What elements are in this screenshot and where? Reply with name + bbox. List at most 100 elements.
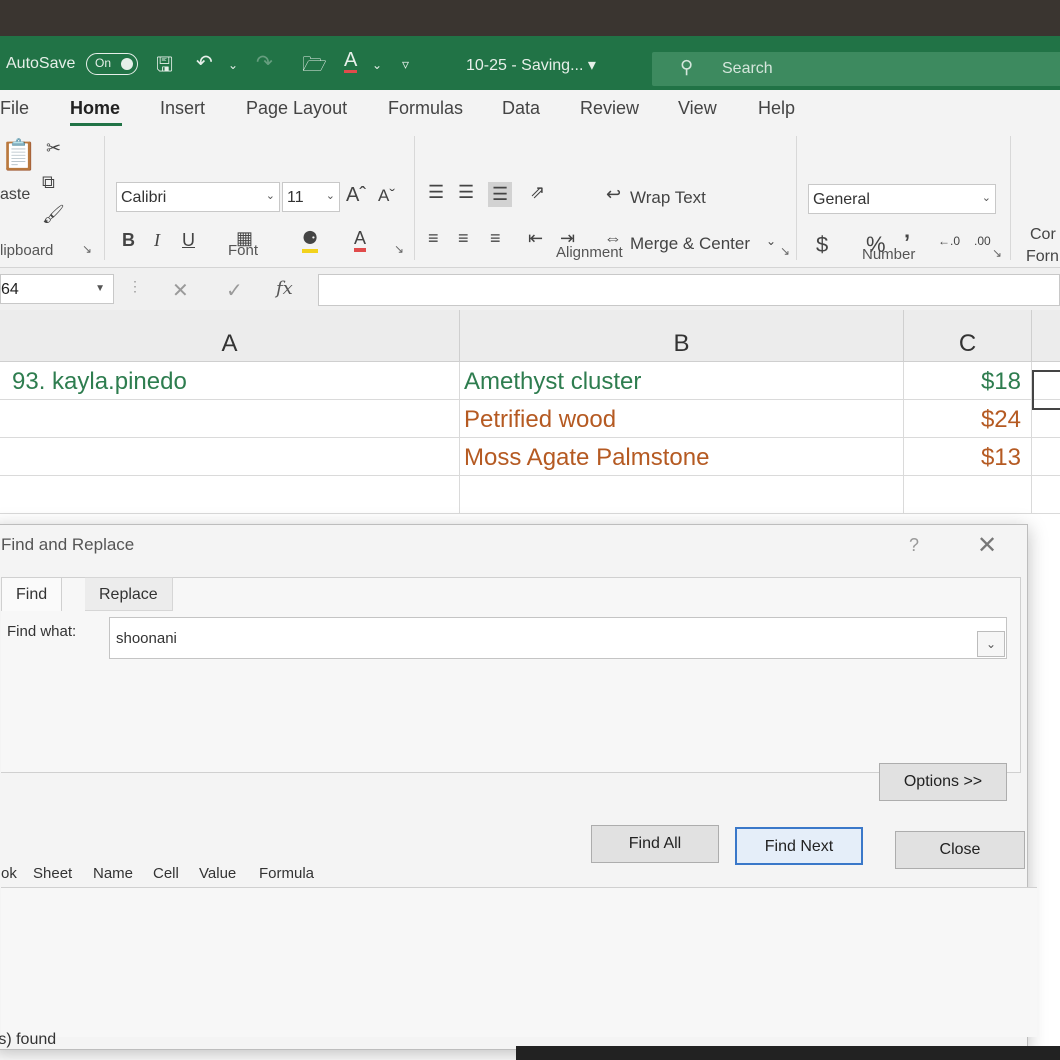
undo-icon[interactable]: ↶ [196,50,213,75]
align-top-icon[interactable]: ☰ [428,182,444,203]
wrap-text-icon[interactable]: ↩ [606,184,621,205]
merge-dropdown-icon[interactable]: ⌄ [766,234,776,248]
options-button[interactable]: Options >> [879,763,1007,801]
cell-a[interactable] [0,476,460,514]
cell-a[interactable] [0,400,460,438]
tab-review[interactable]: Review [580,98,639,119]
insert-function-icon[interactable]: fx [276,278,293,299]
cancel-entry-icon[interactable]: ✕ [172,278,189,303]
cell-a[interactable]: 93. kayla.pinedo [0,362,460,400]
tab-home[interactable]: Home [70,98,120,119]
tab-file[interactable]: File [0,98,29,119]
paste-icon[interactable]: 📋 [0,138,37,173]
results-col-sheet[interactable]: Sheet [33,865,72,882]
dialog-title: Find and Replace [1,535,135,554]
merge-center-button[interactable]: Merge & Center [630,234,750,254]
conditional-formatting-line1[interactable]: Cor [1030,226,1056,244]
italic-button[interactable]: I [154,230,160,251]
font-color-dropdown-icon[interactable]: ⌄ [372,58,382,72]
align-middle-icon[interactable]: ☰ [458,182,474,203]
redo-icon[interactable]: ↷ [256,50,273,75]
tab-formulas[interactable]: Formulas [388,98,463,119]
wrap-text-button[interactable]: Wrap Text [630,188,706,208]
customize-qat-icon[interactable]: ▿ [402,56,409,73]
bold-button[interactable]: B [122,230,135,251]
conditional-formatting-line2[interactable]: Forn [1026,248,1059,266]
clipboard-launcher-icon[interactable]: ↘ [82,242,92,256]
cut-icon[interactable]: ✂ [46,138,61,159]
results-col-formula[interactable]: Formula [259,865,314,882]
tab-find[interactable]: Find [1,577,63,611]
search-box[interactable]: ⚲ Search [652,52,1060,86]
tab-insert[interactable]: Insert [160,98,205,119]
results-col-cell[interactable]: Cell [153,865,179,882]
cell-b[interactable]: Amethyst cluster [460,362,904,400]
column-header-c[interactable]: C [904,310,1032,362]
tab-replace[interactable]: Replace [85,577,173,611]
font-launcher-icon[interactable]: ↘ [394,242,404,256]
align-center-icon[interactable]: ≡ [458,228,469,249]
tab-help[interactable]: Help [758,98,795,119]
results-col-value[interactable]: Value [199,865,236,882]
name-box[interactable]: 64 ▼ [0,274,114,304]
cell-c[interactable] [904,476,1032,514]
increase-font-icon[interactable]: Aˆ [346,184,366,207]
help-icon[interactable]: ? [909,535,919,556]
orientation-icon[interactable]: ⇗ [530,182,545,203]
column-header-b[interactable]: B [460,310,904,362]
paste-label[interactable]: aste [0,186,30,204]
tab-data[interactable]: Data [502,98,540,119]
underline-button[interactable]: U [182,230,195,251]
cell-c[interactable]: $13 [904,438,1032,476]
results-col-name[interactable]: Name [93,865,133,882]
align-right-icon[interactable]: ≡ [490,228,501,249]
formula-input[interactable] [318,274,1060,306]
cell-b[interactable]: Petrified wood [460,400,904,438]
currency-button[interactable]: $ [816,232,828,258]
column-header-a[interactable]: A [0,310,460,362]
undo-dropdown-icon[interactable]: ⌄ [228,58,238,72]
number-launcher-icon[interactable]: ↘ [992,246,1002,260]
found-status: (s) found [0,1031,57,1048]
decrease-decimal-icon[interactable]: .00 [974,234,991,248]
confirm-entry-icon[interactable]: ✓ [226,278,243,303]
fill-color-icon[interactable]: ⚈ [302,228,319,253]
number-group-label: Number [862,246,916,263]
close-button[interactable]: Close [895,831,1025,869]
find-what-dropdown-icon[interactable]: ⌄ [977,631,1005,657]
results-col-book[interactable]: ok [1,865,17,882]
format-painter-icon[interactable]: 🖌 [42,204,65,225]
alignment-group-label: Alignment [556,244,623,261]
decrease-indent-icon[interactable]: ⇤ [528,228,543,249]
copy-icon[interactable]: ⧉ [42,172,55,193]
tab-page-layout[interactable]: Page Layout [246,98,347,119]
alignment-launcher-icon[interactable]: ↘ [780,244,790,258]
save-icon[interactable]: 🖫 [156,50,173,84]
font-size-combo[interactable]: 11 ⌄ [282,182,340,212]
cell-c[interactable]: $24 [904,400,1032,438]
selected-cell-outline [1032,370,1060,410]
tab-view[interactable]: View [678,98,717,119]
align-bottom-icon[interactable]: ☰ [488,182,513,207]
find-all-button[interactable]: Find All [591,825,719,863]
cell-c[interactable]: $18 [904,362,1032,400]
align-left-icon[interactable]: ≡ [428,228,439,249]
cell-a[interactable] [0,438,460,476]
open-folder-icon[interactable]: 🗁 [302,50,327,84]
decrease-font-icon[interactable]: Aˇ [378,186,395,206]
close-icon[interactable]: ✕ [977,531,997,560]
find-next-button[interactable]: Find Next [735,827,863,865]
font-name-combo[interactable]: Calibri ⌄ [116,182,280,212]
increase-decimal-icon[interactable]: ←.0 [938,234,960,248]
font-color-icon[interactable]: A [344,50,358,73]
results-list[interactable] [1,887,1037,1037]
autosave-state: On [95,56,112,70]
font-color-icon[interactable]: A [354,228,367,252]
autosave-toggle[interactable]: On [86,53,138,75]
find-what-input[interactable] [109,617,1007,659]
file-title[interactable]: 10-25 - Saving... ▾ [466,55,596,75]
title-bar: AutoSave On 🖫 ↶ ⌄ ↷ 🗁 A ⌄ ▿ 10-25 - Savi… [0,36,1060,90]
number-format-combo[interactable]: General ⌄ [808,184,996,214]
cell-b[interactable] [460,476,904,514]
cell-b[interactable]: Moss Agate Palmstone [460,438,904,476]
